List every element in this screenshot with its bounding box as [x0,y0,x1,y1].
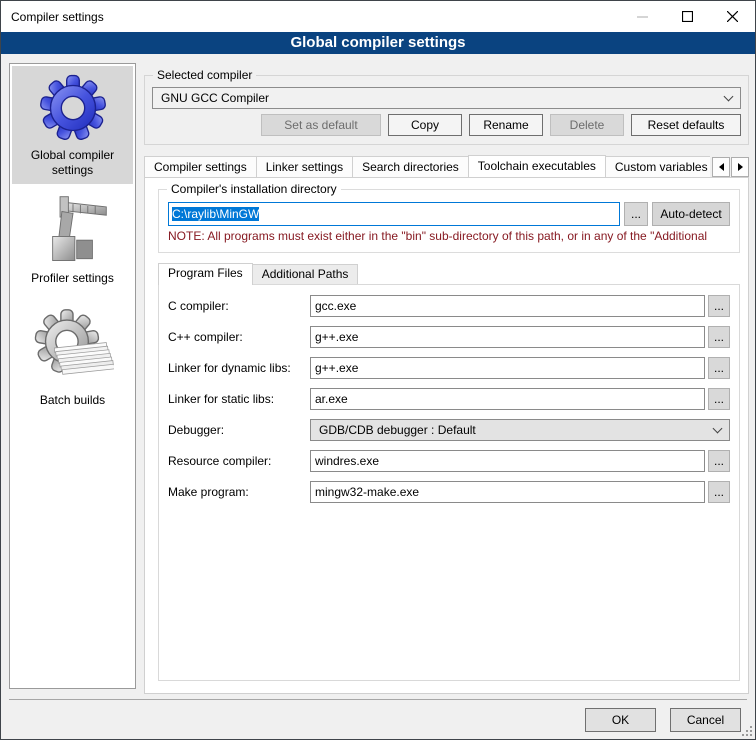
field-label: Linker for static libs: [168,392,310,406]
install-dir-note: NOTE: All programs must exist either in … [168,229,730,243]
program-files-panel: C compiler: ... C++ compiler: ... Linker… [158,284,740,681]
field-row-static-linker: Linker for static libs: ... [168,388,730,410]
sidebar-item-label: Profiler settings [31,271,114,286]
install-dir-row: C:\raylib\MinGW ... Auto-detect [168,202,730,226]
reset-defaults-button[interactable]: Reset defaults [631,114,741,136]
field-row-resource-compiler: Resource compiler: ... [168,450,730,472]
sidebar-item-global-compiler-settings[interactable]: Global compiler settings [12,66,133,184]
field-label: Resource compiler: [168,454,310,468]
dialog-header: Global compiler settings [1,32,755,54]
dynamic-linker-browse-button[interactable]: ... [708,357,730,379]
debugger-select[interactable]: GDB/CDB debugger : Default [310,419,730,441]
field-row-c-compiler: C compiler: ... [168,295,730,317]
sidebar-item-label: Global compiler settings [14,148,131,178]
blue-gear-icon [34,72,112,144]
footer-separator [9,699,747,700]
toolchain-executables-page: Compiler's installation directory C:\ray… [144,177,749,694]
debugger-select-value: GDB/CDB debugger : Default [319,423,714,437]
toolchain-subtabstrip: Program Files Additional Paths [158,262,740,284]
tabs-viewport: Compiler settings Linker settings Search… [144,155,710,177]
selected-compiler-group-label: Selected compiler [153,68,256,82]
static-linker-browse-button[interactable]: ... [708,388,730,410]
chevron-down-icon [713,423,723,433]
tab-compiler-settings[interactable]: Compiler settings [144,156,257,177]
settings-tabstrip: Compiler settings Linker settings Search… [144,154,749,177]
subtab-program-files[interactable]: Program Files [158,263,253,285]
titlebar: Compiler settings [1,1,755,32]
tab-scroll-arrows [712,157,749,177]
compiler-settings-dialog: Compiler settings Global compiler settin… [0,0,756,740]
make-program-browse-button[interactable]: ... [708,481,730,503]
field-label: Debugger: [168,423,310,437]
maximize-icon [682,11,693,22]
sidebar-item-profiler-settings[interactable]: Profiler settings [12,186,133,292]
minimize-button[interactable] [620,1,665,32]
static-linker-input[interactable] [310,388,705,410]
auto-detect-button[interactable]: Auto-detect [652,202,730,226]
field-row-dynamic-linker: Linker for dynamic libs: ... [168,357,730,379]
tab-scroll-right-button[interactable] [731,157,749,177]
maximize-button[interactable] [665,1,710,32]
install-dir-group-label: Compiler's installation directory [167,182,341,196]
window-title: Compiler settings [1,10,620,24]
resource-compiler-browse-button[interactable]: ... [708,450,730,472]
field-label: C compiler: [168,299,310,313]
settings-category-list: Global compiler settings [9,63,136,689]
field-row-make-program: Make program: ... [168,481,730,503]
tab-search-directories[interactable]: Search directories [352,156,469,177]
gray-gear-stack-icon [32,307,114,389]
compiler-select[interactable]: GNU GCC Compiler [152,87,741,109]
install-dir-input[interactable]: C:\raylib\MinGW [168,202,620,226]
tab-toolchain-executables[interactable]: Toolchain executables [468,155,606,177]
field-label: C++ compiler: [168,330,310,344]
minimize-icon [637,11,648,22]
compiler-buttons-row: Set as default Copy Rename Delete Reset … [152,114,741,136]
cpp-compiler-browse-button[interactable]: ... [708,326,730,348]
install-dir-selected-text: C:\raylib\MinGW [172,207,259,221]
ok-button[interactable]: OK [585,708,656,732]
make-program-input[interactable] [310,481,705,503]
rename-button[interactable]: Rename [469,114,543,136]
sidebar-item-label: Batch builds [40,393,105,408]
main-content: Selected compiler GNU GCC Compiler Set a… [144,63,749,690]
resize-grip[interactable] [741,725,753,737]
c-compiler-input[interactable] [310,295,705,317]
delete-button[interactable]: Delete [550,114,624,136]
subtab-additional-paths[interactable]: Additional Paths [252,264,359,284]
resource-compiler-input[interactable] [310,450,705,472]
caliper-icon [36,193,110,267]
tab-custom-variables[interactable]: Custom variables [605,156,710,177]
field-row-cpp-compiler: C++ compiler: ... [168,326,730,348]
c-compiler-browse-button[interactable]: ... [708,295,730,317]
field-label: Linker for dynamic libs: [168,361,310,375]
arrow-left-icon [719,163,724,171]
cpp-compiler-input[interactable] [310,326,705,348]
dynamic-linker-input[interactable] [310,357,705,379]
set-as-default-button[interactable]: Set as default [261,114,381,136]
field-label: Make program: [168,485,310,499]
install-dir-group: Compiler's installation directory C:\ray… [158,189,740,253]
dialog-body: Global compiler settings [1,54,755,739]
close-icon [727,11,738,22]
cancel-button[interactable]: Cancel [670,708,741,732]
sidebar-item-batch-builds[interactable]: Batch builds [12,300,133,414]
copy-button[interactable]: Copy [388,114,462,136]
install-dir-browse-button[interactable]: ... [624,202,648,226]
compiler-select-value: GNU GCC Compiler [161,91,725,105]
chevron-down-icon [724,91,734,101]
close-button[interactable] [710,1,755,32]
tab-linker-settings[interactable]: Linker settings [256,156,353,177]
tab-scroll-left-button[interactable] [712,157,730,177]
selected-compiler-group: Selected compiler GNU GCC Compiler Set a… [144,75,749,145]
field-row-debugger: Debugger: GDB/CDB debugger : Default [168,419,730,441]
arrow-right-icon [738,163,743,171]
